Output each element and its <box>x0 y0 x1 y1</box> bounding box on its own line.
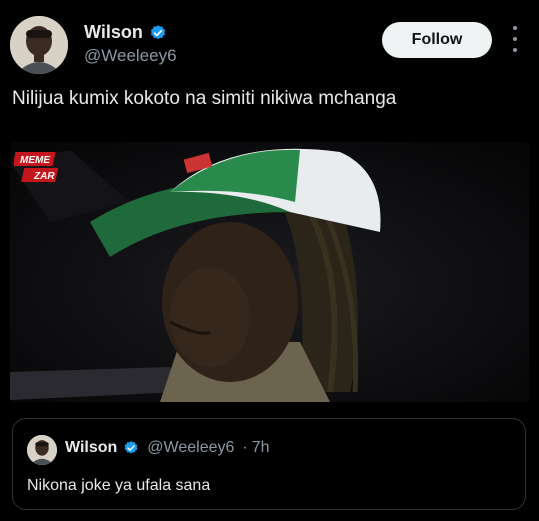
quoted-separator: · <box>242 439 248 456</box>
logo-text-zar: ZAR <box>33 171 55 182</box>
quoted-tweet-text: Nikona joke ya ufala sana <box>27 477 211 494</box>
quoted-author-avatar[interactable] <box>27 435 57 465</box>
more-dot <box>513 26 517 30</box>
tweet-media-image[interactable]: MEME ZAR <box>10 142 529 402</box>
avatar-image <box>10 16 68 74</box>
author-display-name[interactable]: Wilson <box>84 22 143 43</box>
quoted-handle: @Weeleey6 <box>147 439 235 456</box>
tweet-text: Nilijua kumix kokoto na simiti nikiwa mc… <box>12 88 397 109</box>
author-avatar[interactable] <box>10 16 68 74</box>
quoted-tweet-card[interactable]: Wilson @Weeleey6 · 7h Nikona joke ya ufa… <box>12 418 526 510</box>
follow-button[interactable]: Follow <box>382 22 492 58</box>
verified-badge-icon <box>150 24 165 39</box>
more-dot <box>513 37 517 41</box>
quoted-time: 7h <box>251 439 270 456</box>
quoted-avatar-image <box>27 435 57 465</box>
quoted-display-name: Wilson <box>65 439 118 456</box>
quoted-author-row: Wilson @Weeleey6 · 7h <box>65 439 270 457</box>
verified-badge-icon <box>124 441 138 454</box>
more-dot <box>513 48 517 52</box>
meme-zar-logo: MEME ZAR <box>14 152 59 182</box>
media-photo <box>10 142 529 402</box>
author-handle[interactable]: @Weeleey6 <box>84 46 177 66</box>
author-name-row[interactable]: Wilson <box>84 22 167 43</box>
more-options-icon[interactable] <box>508 26 522 52</box>
logo-text-meme: MEME <box>20 155 50 166</box>
